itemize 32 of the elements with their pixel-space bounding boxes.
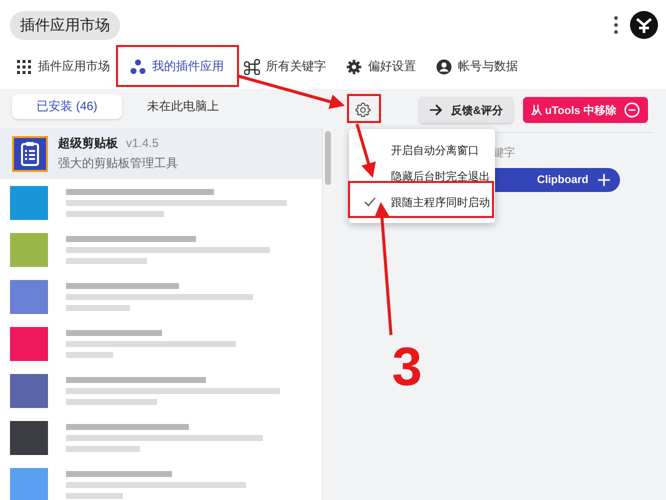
nav-tab[interactable]: 我的插件应用 [120, 48, 234, 86]
command-icon [244, 58, 260, 74]
annotation-arrow [356, 124, 376, 178]
nav-tab[interactable]: 所有关键字 [234, 48, 336, 86]
menu-item[interactable]: 跟随主程序同时启动 [349, 189, 495, 215]
window-title: 插件应用市场 [10, 10, 120, 40]
nav-tab[interactable]: 帐号与数据 [426, 48, 528, 86]
plus-icon [598, 174, 610, 186]
segment-tab[interactable]: 已安装 (46) [12, 94, 122, 119]
plugin-version: v1.4.5 [126, 136, 159, 150]
dots-icon [130, 58, 146, 74]
arrow-right-icon [429, 104, 443, 116]
logo-icon [630, 11, 658, 39]
nav-tab[interactable]: 偏好设置 [336, 48, 426, 86]
highlight-frame [347, 94, 381, 123]
more-icon [614, 16, 618, 34]
menu-item[interactable]: 开启自动分离窗口 [349, 137, 495, 163]
segment-tab[interactable]: 未在此电脑上 [128, 94, 238, 119]
plugin-name: 超级剪贴板 [58, 135, 118, 152]
scrollbar-thumb[interactable] [325, 131, 331, 185]
feedback-button[interactable]: 反馈&评分 [419, 97, 513, 123]
clipboard-app-icon [12, 136, 48, 172]
nav-tab[interactable]: 插件应用市场 [6, 48, 120, 86]
plugin-item[interactable]: 超级剪贴板 v1.4.5 强大的剪贴板管理工具 [0, 128, 322, 179]
person-icon [436, 58, 452, 74]
plugin-description: 强大的剪贴板管理工具 [58, 155, 178, 172]
remove-button[interactable]: 从 uTools 中移除 [522, 97, 648, 123]
grid-icon [16, 58, 32, 74]
minus-circle-icon [624, 102, 640, 118]
settings-icon [355, 102, 371, 118]
step-number: 3 [392, 340, 422, 394]
gear-icon [346, 58, 362, 74]
